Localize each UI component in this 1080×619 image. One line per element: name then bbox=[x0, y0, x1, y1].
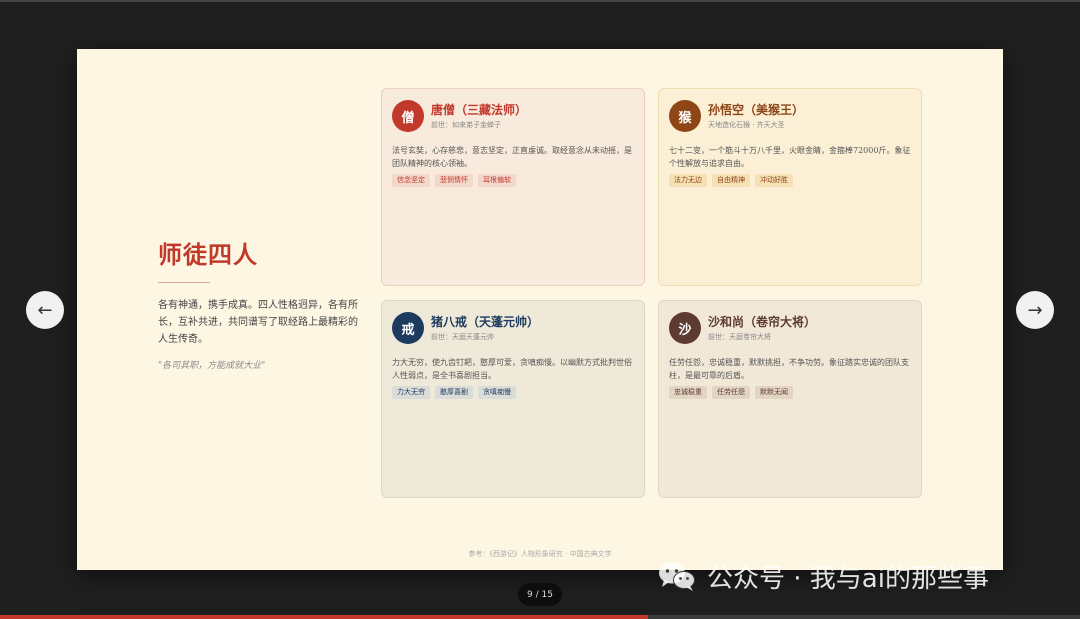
avatar: 戒 bbox=[392, 312, 424, 344]
trait-tag: 力大无穷 bbox=[392, 386, 430, 399]
progress-bar bbox=[0, 615, 1080, 619]
trait-tag: 信念坚定 bbox=[392, 174, 430, 187]
trait-tag: 贪嗔痴慢 bbox=[478, 386, 516, 399]
watermark-text: 公众号 · 我与ai的那些事 bbox=[707, 563, 989, 594]
trait-tag: 悲悯情怀 bbox=[435, 174, 473, 187]
intro-column: 师徒四人 各有神通，携手成真。四人性格迥异，各有所长，互补共进，共同谱写了取经路… bbox=[158, 235, 358, 371]
character-origin: 前世：如来弟子金蝉子 bbox=[431, 120, 501, 129]
tag-list: 忠诚稳重 任劳任怨 默默无闻 bbox=[669, 386, 911, 399]
character-origin: 天地造化石猴 · 齐天大圣 bbox=[708, 120, 785, 129]
tag-list: 信念坚定 悲悯情怀 耳根偏软 bbox=[392, 174, 634, 187]
trait-tag: 任劳任怨 bbox=[712, 386, 750, 399]
name-block: 唐僧（三藏法师） 前世：如来弟子金蝉子 bbox=[431, 103, 527, 130]
name-block: 猪八戒（天蓬元帅） 前世：天庭天蓬元帅 bbox=[431, 315, 539, 342]
character-card-zhubajie: 戒 猪八戒（天蓬元帅） 前世：天庭天蓬元帅 力大无穷，使九齿钉耙，憨厚可爱，贪嗔… bbox=[381, 300, 645, 498]
name-block: 孙悟空（美猴王） 天地造化石猴 · 齐天大圣 bbox=[708, 103, 804, 130]
trait-tag: 默默无闻 bbox=[755, 386, 793, 399]
top-strip bbox=[0, 0, 1080, 2]
title-divider bbox=[158, 282, 210, 283]
character-description: 力大无穷，使九齿钉耙，憨厚可爱，贪嗔痴慢。以幽默方式批判世俗人性弱点，是全书喜剧… bbox=[392, 358, 632, 380]
arrow-right-icon: → bbox=[1027, 299, 1043, 321]
character-name: 沙和尚（卷帘大将） bbox=[708, 314, 817, 329]
trait-tag: 憨厚喜剧 bbox=[435, 386, 473, 399]
character-description: 法号玄奘，心存慈悲，意志坚定，正直虔诚。取经意念从未动摇，是团队精神的核心领袖。 bbox=[392, 146, 632, 168]
progress-fill bbox=[0, 615, 648, 619]
character-description: 七十二变，一个筋斗十万八千里，火眼金睛，金箍棒72000斤。象征个性解放与追求自… bbox=[669, 146, 911, 168]
character-name: 唐僧（三藏法师） bbox=[431, 102, 528, 117]
next-slide-button[interactable]: → bbox=[1016, 291, 1054, 329]
name-block: 沙和尚（卷帘大将） 前世：天庭卷帘大将 bbox=[708, 315, 816, 342]
wechat-icon bbox=[659, 562, 695, 591]
avatar: 僧 bbox=[392, 100, 424, 132]
trait-tag: 法力无边 bbox=[669, 174, 707, 187]
character-card-sunwukong: 猴 孙悟空（美猴王） 天地造化石猴 · 齐天大圣 七十二变，一个筋斗十万八千里，… bbox=[658, 88, 922, 286]
card-header: 猴 孙悟空（美猴王） 天地造化石猴 · 齐天大圣 bbox=[669, 99, 911, 133]
card-header: 僧 唐僧（三藏法师） 前世：如来弟子金蝉子 bbox=[392, 99, 634, 133]
quote-text: "各司其职，方能成就大业" bbox=[158, 361, 266, 371]
card-header: 戒 猪八戒（天蓬元帅） 前世：天庭天蓬元帅 bbox=[392, 311, 634, 345]
character-name: 猪八戒（天蓬元帅） bbox=[431, 314, 540, 329]
avatar: 沙 bbox=[669, 312, 701, 344]
previous-slide-button[interactable]: ← bbox=[26, 291, 64, 329]
trait-tag: 自由精神 bbox=[712, 174, 750, 187]
intro-text: 各有神通，携手成真。四人性格迥异，各有所长，互补共进，共同谱写了取经路上最精彩的… bbox=[158, 300, 358, 345]
trait-tag: 耳根偏软 bbox=[478, 174, 516, 187]
character-description: 任劳任怨，忠诚稳重，默默挑担，不争功劳。象征踏实忠诚的团队支柱，是最可靠的后盾。 bbox=[669, 358, 909, 380]
watermark: 公众号 · 我与ai的那些事 bbox=[657, 558, 989, 594]
slide-title: 师徒四人 bbox=[158, 240, 258, 269]
page-indicator: 9 / 15 bbox=[518, 583, 562, 606]
slide: 师徒四人 各有神通，携手成真。四人性格迥异，各有所长，互补共进，共同谱写了取经路… bbox=[77, 49, 1003, 570]
character-card-shaheshang: 沙 沙和尚（卷帘大将） 前世：天庭卷帘大将 任劳任怨，忠诚稳重，默默挑担，不争功… bbox=[658, 300, 922, 498]
trait-tag: 冲动好胜 bbox=[755, 174, 793, 187]
tag-list: 力大无穷 憨厚喜剧 贪嗔痴慢 bbox=[392, 386, 634, 399]
card-header: 沙 沙和尚（卷帘大将） 前世：天庭卷帘大将 bbox=[669, 311, 911, 345]
character-name: 孙悟空（美猴王） bbox=[708, 102, 805, 117]
avatar: 猴 bbox=[669, 100, 701, 132]
character-origin: 前世：天庭卷帘大将 bbox=[708, 332, 771, 341]
trait-tag: 忠诚稳重 bbox=[669, 386, 707, 399]
character-card-tangseng: 僧 唐僧（三藏法师） 前世：如来弟子金蝉子 法号玄奘，心存慈悲，意志坚定，正直虔… bbox=[381, 88, 645, 286]
arrow-left-icon: ← bbox=[37, 299, 53, 321]
character-origin: 前世：天庭天蓬元帅 bbox=[431, 332, 494, 341]
tag-list: 法力无边 自由精神 冲动好胜 bbox=[669, 174, 911, 187]
